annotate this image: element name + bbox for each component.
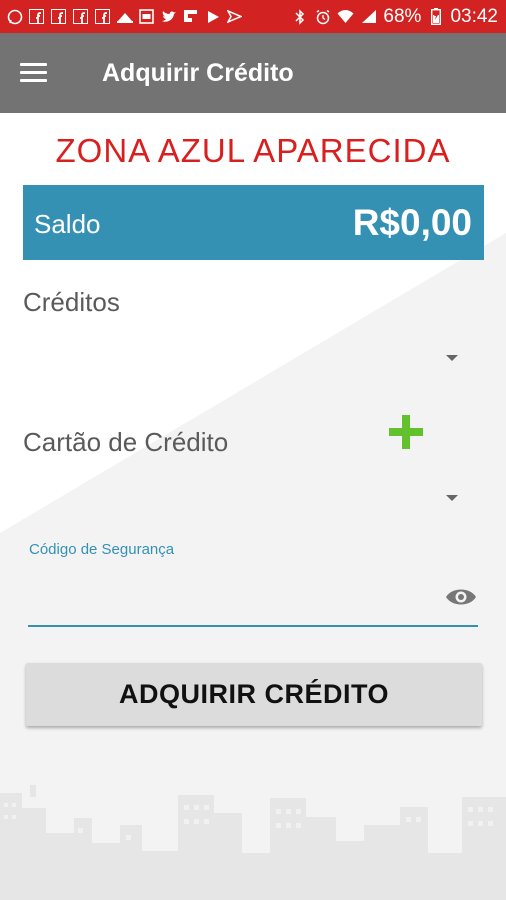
facebook-icon bbox=[50, 8, 67, 25]
security-code-underline bbox=[28, 625, 478, 627]
notification-icons bbox=[6, 0, 243, 33]
credits-label: Créditos bbox=[23, 287, 120, 317]
whatsapp-icon bbox=[6, 8, 23, 25]
credit-card-dropdown[interactable] bbox=[23, 481, 463, 517]
play-icon bbox=[204, 8, 221, 25]
eye-icon[interactable] bbox=[445, 585, 477, 609]
facebook-icon bbox=[28, 8, 45, 25]
bluetooth-icon bbox=[291, 8, 308, 25]
balance-card: Saldo R$0,00 bbox=[23, 185, 484, 260]
image-icon bbox=[138, 8, 155, 25]
security-code-label: Código de Segurança bbox=[29, 541, 175, 558]
flipboard-icon bbox=[182, 8, 199, 25]
balance-value: R$0,00 bbox=[352, 202, 472, 243]
wifi-icon bbox=[337, 8, 354, 25]
fire-icon bbox=[116, 8, 133, 25]
facebook-icon bbox=[94, 8, 111, 25]
brand-title: ZONA AZUL APARECIDA bbox=[55, 132, 451, 169]
status-bar: 68% 03:42 bbox=[0, 0, 506, 33]
send-icon bbox=[226, 8, 243, 25]
signal-icon bbox=[360, 8, 377, 25]
facebook-icon bbox=[72, 8, 89, 25]
dropdown-arrow-icon bbox=[446, 495, 458, 501]
dropdown-arrow-icon bbox=[446, 355, 458, 361]
battery-charging-icon bbox=[427, 8, 444, 25]
hamburger-menu-icon[interactable] bbox=[20, 63, 48, 83]
credits-dropdown[interactable] bbox=[23, 341, 463, 377]
add-card-icon[interactable] bbox=[389, 415, 423, 449]
app-bar: Adquirir Crédito bbox=[0, 33, 506, 113]
alarm-icon bbox=[314, 8, 331, 25]
system-status: 68% 03:42 bbox=[291, 0, 498, 33]
balance-label: Saldo bbox=[34, 209, 101, 239]
main-content: ZONA AZUL APARECIDA Saldo R$0,00 Crédito… bbox=[0, 113, 506, 900]
twitter-icon bbox=[160, 8, 177, 25]
security-code-input[interactable] bbox=[29, 568, 441, 620]
acquire-credit-button[interactable]: ADQUIRIR CRÉDITO bbox=[26, 663, 482, 726]
credit-card-label: Cartão de Crédito bbox=[23, 427, 229, 457]
clock: 03:42 bbox=[450, 5, 498, 27]
battery-percent: 68% bbox=[383, 5, 422, 27]
page-title: Adquirir Crédito bbox=[102, 59, 294, 87]
